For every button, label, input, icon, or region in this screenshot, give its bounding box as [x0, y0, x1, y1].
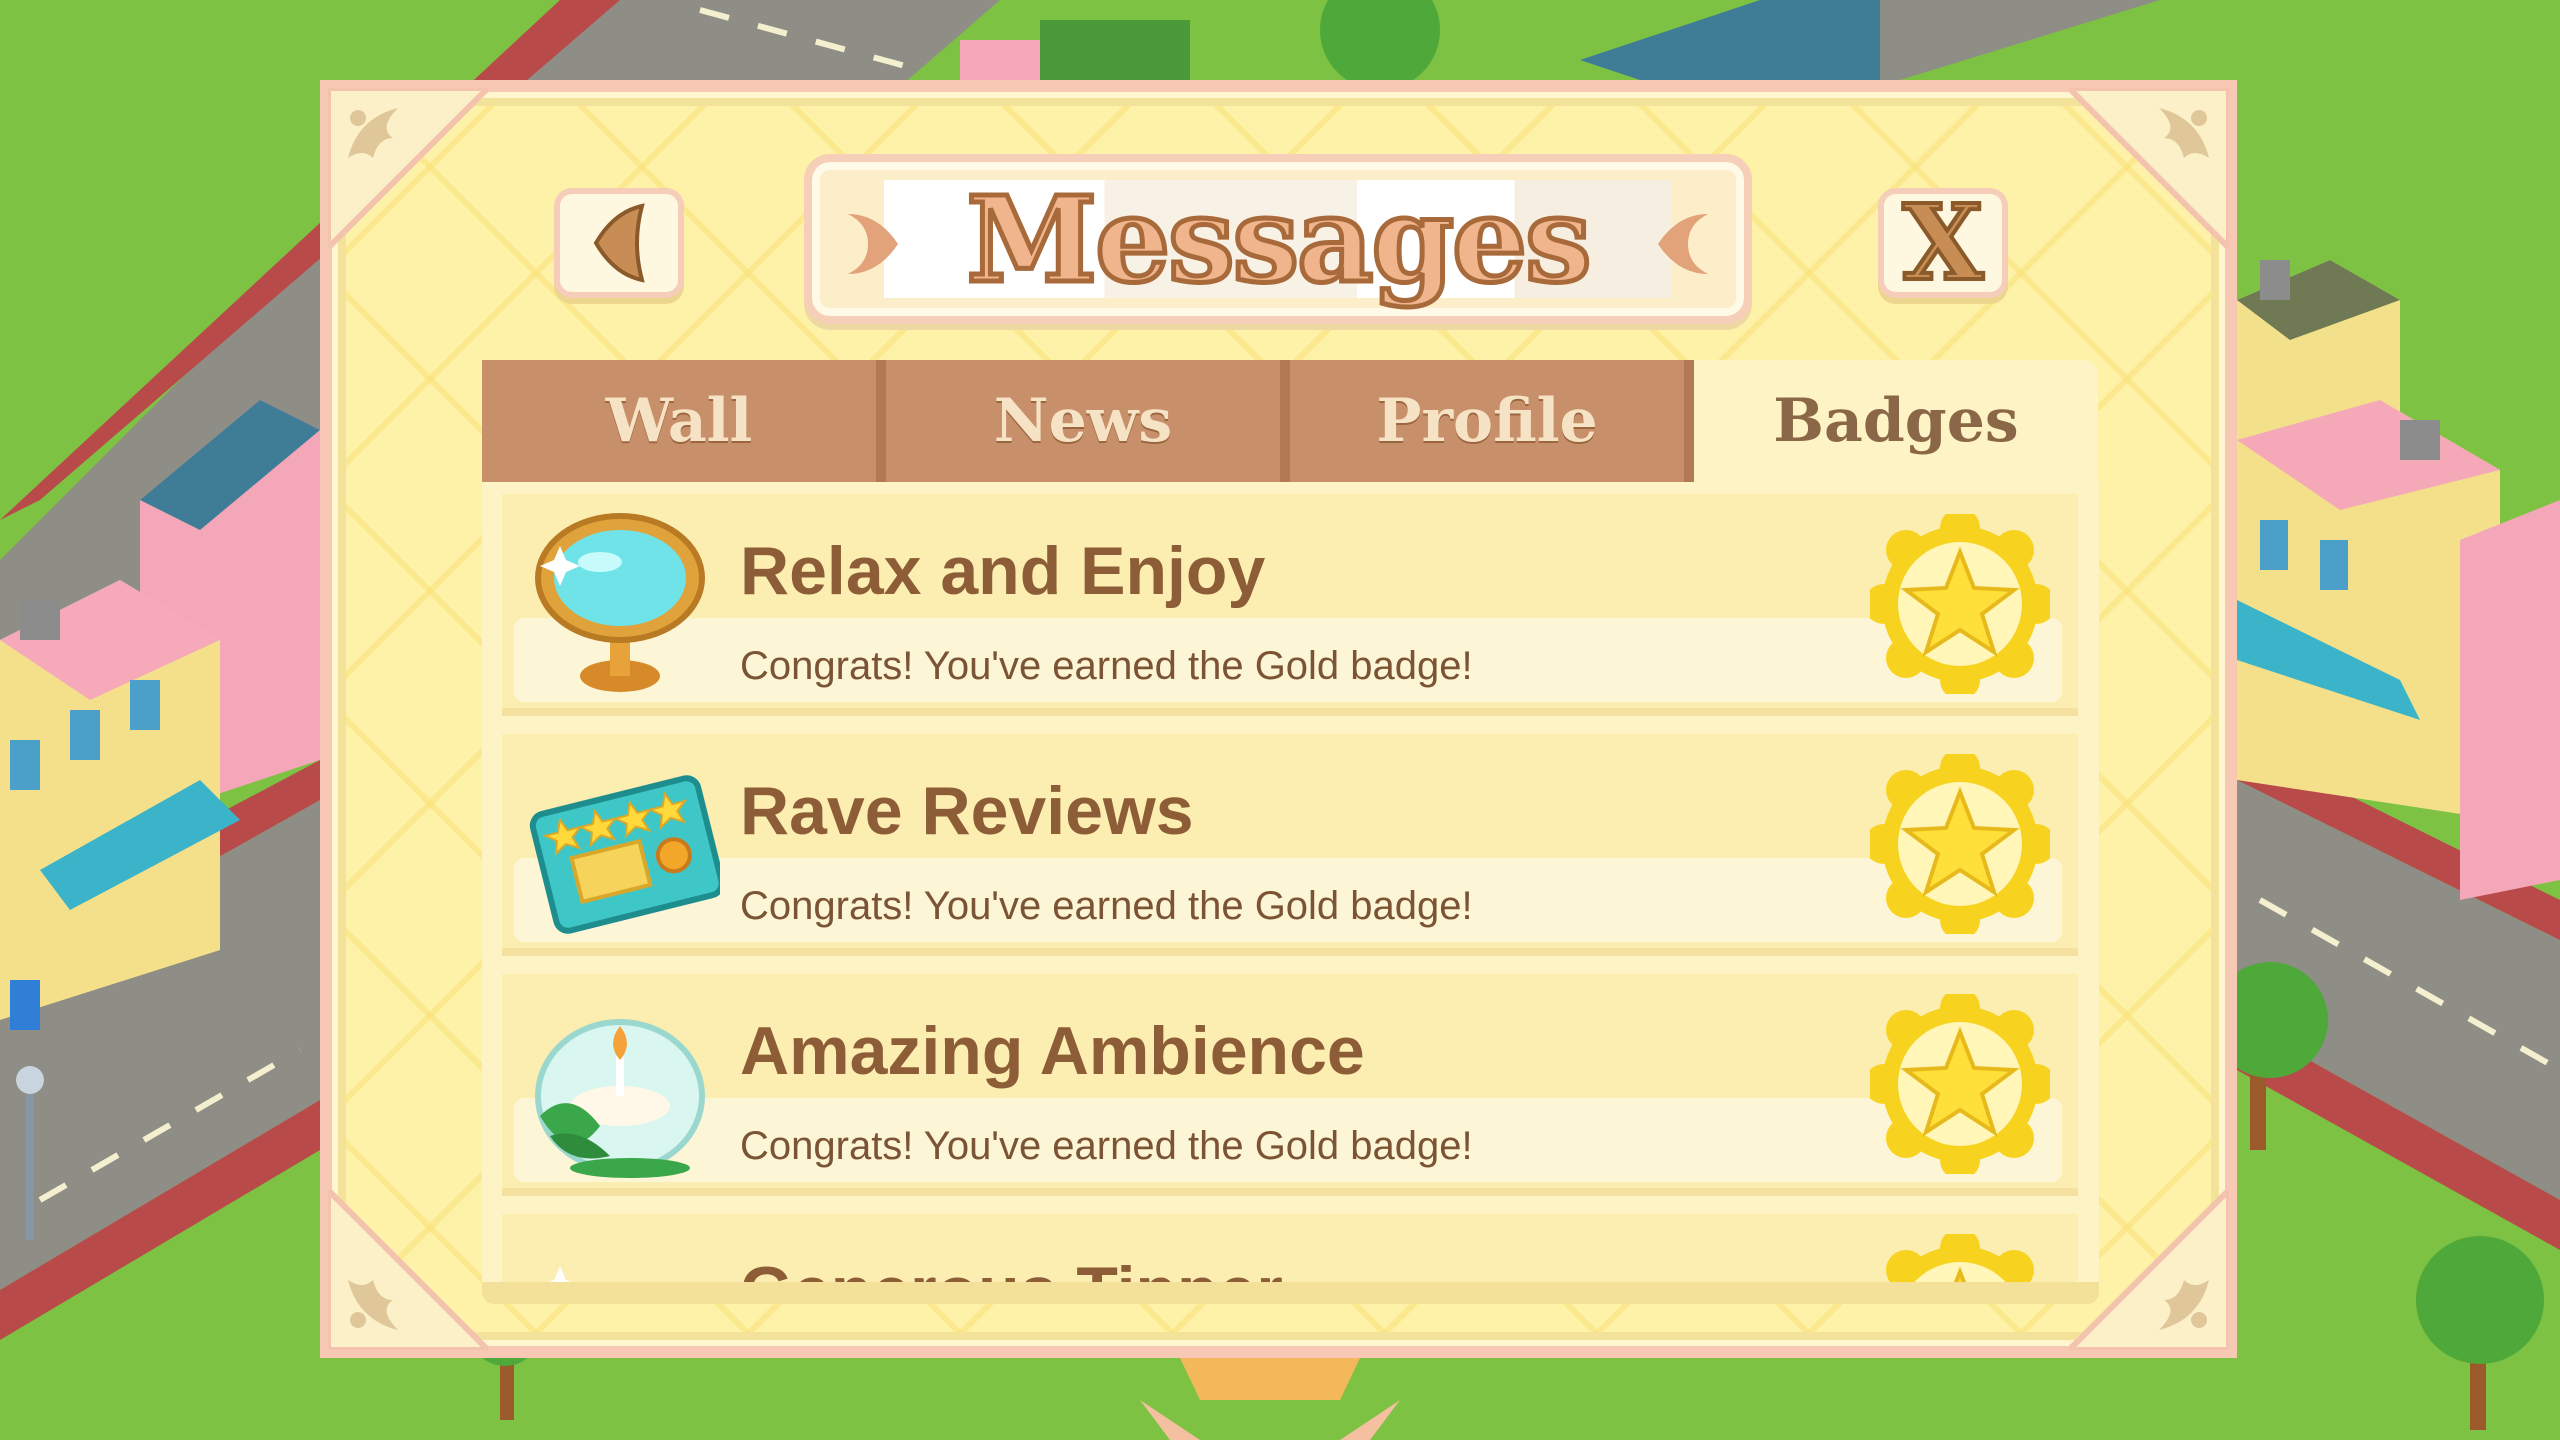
badge-title: Rave Reviews [740, 773, 1194, 849]
list-item[interactable]: Generous Tipper [502, 1214, 2078, 1282]
badge-title: Generous Tipper [740, 1252, 1283, 1282]
flourish-icon [848, 214, 898, 274]
badge-list[interactable]: Relax and Enjoy Congrats! You've earned … [482, 482, 2099, 1282]
messages-dialog: Messages X Wall News Profile Badges Rela… [320, 80, 2237, 1358]
tab-wall[interactable]: Wall [482, 360, 886, 482]
back-button[interactable] [554, 188, 684, 298]
badge-message: Congrats! You've earned the Gold badge! [740, 884, 1473, 928]
back-arrow-icon [593, 203, 645, 283]
list-item[interactable]: Rave Reviews Congrats! You've earned the… [502, 734, 2078, 956]
gold-star-badge-icon [1886, 1234, 2034, 1282]
flourish-icon [1658, 214, 1708, 274]
badge-message: Congrats! You've earned the Gold badge! [740, 644, 1473, 688]
gold-star-badge-icon [1870, 994, 2050, 1174]
corner-ornament [328, 88, 488, 248]
review-card-icon [529, 775, 720, 934]
badge-title: Amazing Ambience [740, 1013, 1365, 1089]
tab-bar: Wall News Profile Badges [482, 360, 2099, 482]
tab-news[interactable]: News [886, 360, 1290, 482]
close-icon: X [1901, 181, 1986, 304]
mirror-icon [535, 513, 705, 692]
badge-title: Relax and Enjoy [740, 533, 1266, 609]
title-plaque: Messages [804, 154, 1752, 324]
list-panel-bottom [482, 1282, 2099, 1304]
close-button[interactable]: X [1878, 188, 2008, 298]
list-item[interactable]: Relax and Enjoy Congrats! You've earned … [502, 494, 2078, 716]
gold-star-badge-icon [1870, 514, 2050, 694]
badge-message: Congrats! You've earned the Gold badge! [740, 1124, 1473, 1168]
tip-icon [549, 1266, 571, 1282]
tab-badges[interactable]: Badges [1694, 360, 2098, 482]
list-item[interactable]: Amazing Ambience Congrats! You've earned… [502, 974, 2078, 1196]
corner-ornament [328, 1190, 488, 1350]
candle-bowl-icon [535, 1019, 705, 1178]
dialog-title: Messages [964, 167, 1594, 311]
corner-ornament [2069, 88, 2229, 248]
gold-star-badge-icon [1870, 754, 2050, 934]
tab-profile[interactable]: Profile [1290, 360, 1694, 482]
